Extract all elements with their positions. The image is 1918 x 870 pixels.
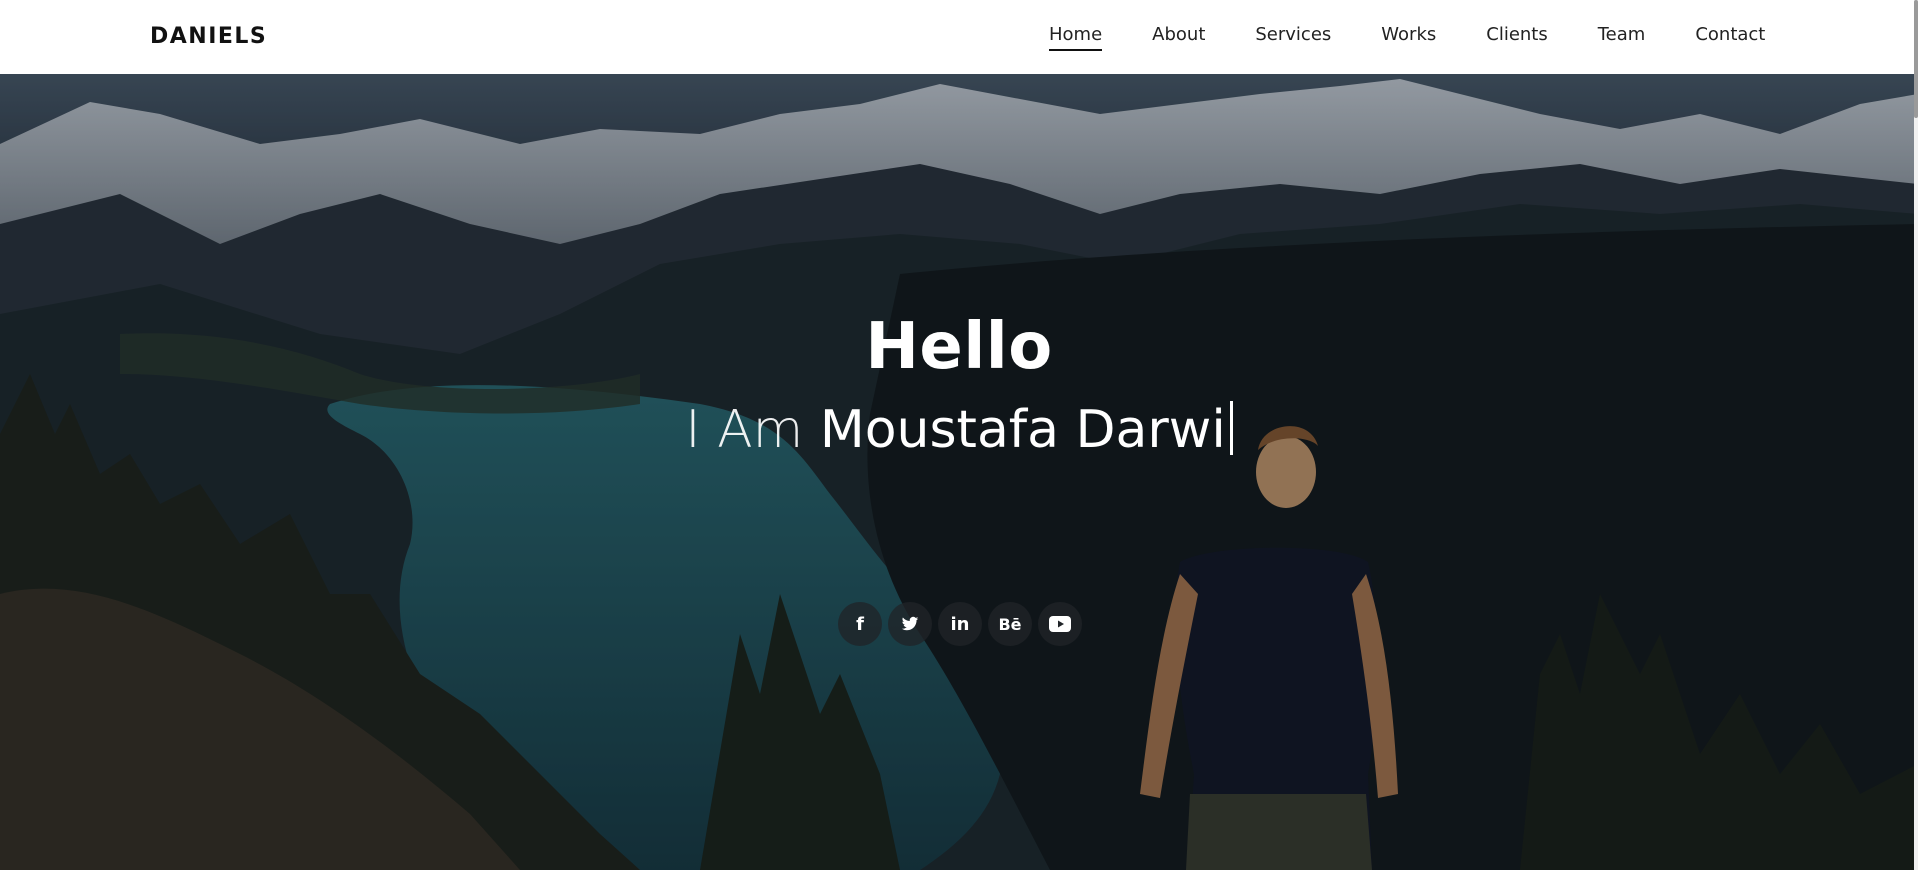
behance-link[interactable]: Bē	[988, 602, 1032, 646]
youtube-link[interactable]	[1038, 602, 1082, 646]
hero-subtitle-prefix: I Am	[685, 400, 804, 460]
nav-item-contact[interactable]: Contact	[1695, 24, 1765, 51]
hero-subtitle: I Am Moustafa Darwi	[0, 400, 1918, 460]
page-scrollbar[interactable]	[1914, 0, 1918, 870]
page-scrollbar-thumb[interactable]	[1914, 0, 1918, 118]
nav-item-home[interactable]: Home	[1049, 24, 1103, 51]
typing-caret	[1229, 401, 1233, 455]
nav-item-works[interactable]: Works	[1381, 24, 1436, 51]
youtube-icon	[1049, 616, 1071, 632]
hero-dark-overlay	[0, 74, 1918, 870]
social-links: f in Bē	[838, 602, 1082, 646]
facebook-link[interactable]: f	[838, 602, 882, 646]
hero-subtitle-name: Moustafa Darwi	[819, 400, 1226, 460]
main-navigation: Home About Services Works Clients Team C…	[1049, 24, 1765, 51]
nav-item-team[interactable]: Team	[1598, 24, 1646, 51]
brand-logo[interactable]: DANIELS	[150, 24, 267, 49]
linkedin-link[interactable]: in	[938, 602, 982, 646]
top-navbar: DANIELS Home About Services Works Client…	[0, 0, 1918, 74]
nav-item-services[interactable]: Services	[1255, 24, 1331, 51]
behance-icon: Bē	[998, 614, 1022, 634]
nav-item-clients[interactable]: Clients	[1486, 24, 1548, 51]
facebook-icon: f	[856, 613, 864, 635]
hero-title: Hello	[865, 310, 1053, 384]
linkedin-icon: in	[950, 613, 970, 635]
hero-section: Hello I Am Moustafa Darwi f in Bē	[0, 74, 1918, 870]
twitter-link[interactable]	[888, 602, 932, 646]
nav-item-about[interactable]: About	[1152, 24, 1205, 51]
twitter-icon	[901, 616, 919, 631]
